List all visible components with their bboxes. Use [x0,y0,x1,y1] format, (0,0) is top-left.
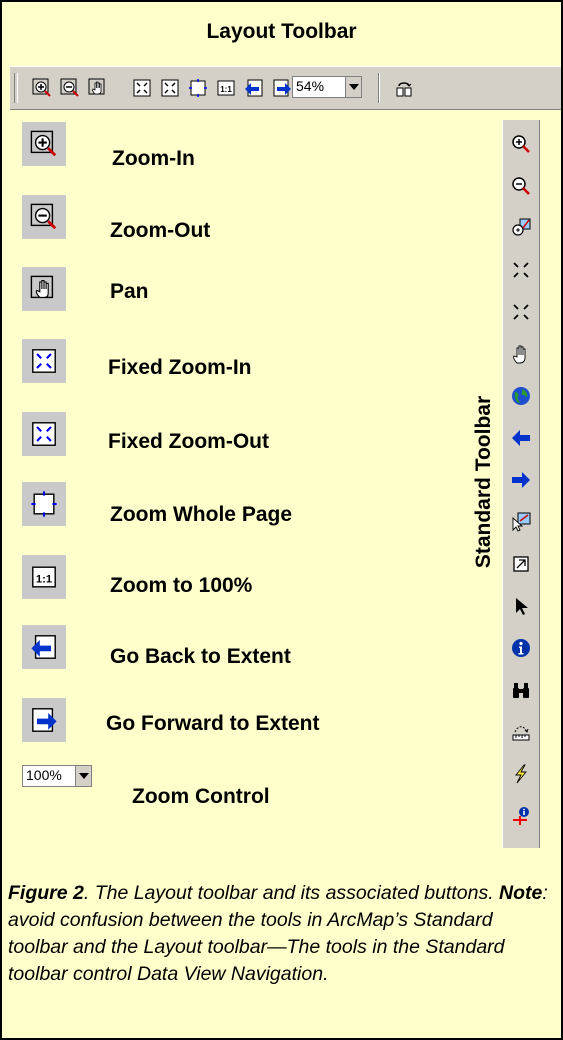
back-arrow-icon[interactable] [511,428,531,448]
fixed-zoom-out-icon[interactable] [511,302,531,322]
row-label-pan: Pan [110,280,149,303]
fixed-zoom-out-button-sample [22,412,66,456]
row-label-zoom-100: Zoom to 100% [110,574,253,597]
zoom-whole-page-button-sample [22,482,66,526]
layout-toolbar: 1:1 54% [10,66,561,110]
row-label-go-forward: Go Forward to Extent [106,712,320,735]
identify-icon[interactable] [511,638,531,658]
row-label-fixed-zoom-in: Fixed Zoom-In [108,356,252,379]
zoom-whole-page-icon [31,491,57,517]
find-binoculars-icon[interactable] [511,680,531,700]
fixed-zoom-out-icon[interactable] [160,78,180,98]
measure-icon[interactable] [511,722,531,742]
fixed-zoom-in-icon[interactable] [511,260,531,280]
go-back-button-sample [22,625,66,669]
zoom-out-icon[interactable] [60,78,80,98]
row-label-zoom-whole-page: Zoom Whole Page [110,503,293,526]
toggle-draft-mode-icon[interactable] [394,78,414,98]
pan-hand-icon [30,275,54,299]
toolbar-grip[interactable] [14,73,18,103]
standard-toolbar [502,120,540,848]
zoom-in-icon[interactable] [32,78,52,98]
zoom-dropdown[interactable]: 54% [292,76,362,98]
caption-text-1: . The Layout toolbar and its associated … [83,882,500,904]
zoom-in-button-sample [22,122,66,166]
row-label-zoom-out: Zoom-Out [110,219,211,242]
pan-hand-icon[interactable] [88,78,108,98]
globe-full-extent-icon[interactable] [511,386,531,406]
pan-hand-icon[interactable] [511,344,531,364]
zoom-out-button-sample [22,195,66,239]
go-forward-arrow-icon[interactable] [272,78,292,98]
zoom-100-button-sample: 1:1 [22,555,66,599]
zoom-control-dropdown: 100% [22,765,92,787]
row-label-zoom-in: Zoom-In [112,147,195,170]
go-forward-arrow-icon [32,708,57,732]
row-label-zoom-control: Zoom Control [132,785,270,808]
clear-selection-icon[interactable] [511,554,531,574]
fixed-zoom-in-icon[interactable] [132,78,152,98]
zoom-control-value: 100% [26,767,62,783]
zoom-out-icon[interactable] [511,176,531,196]
pan-button-sample [22,267,66,311]
zoom-value: 54% [296,78,325,94]
go-back-arrow-icon[interactable] [244,78,264,98]
row-label-go-back: Go Back to Extent [110,645,291,668]
svg-text:1:1: 1:1 [36,574,52,586]
fixed-zoom-in-button-sample [22,339,66,383]
fixed-zoom-in-icon [32,349,56,373]
html-popup-icon[interactable] [511,806,531,826]
go-forward-button-sample [22,698,66,742]
row-label-fixed-zoom-out: Fixed Zoom-Out [108,430,269,453]
forward-arrow-icon[interactable] [511,470,531,490]
svg-text:1:1: 1:1 [220,85,232,94]
zoom-in-icon[interactable] [511,134,531,154]
caption-figure-number: Figure 2 [8,882,84,904]
chevron-down-icon [75,766,91,786]
select-features-icon[interactable] [511,512,531,532]
zoom-to-selection-icon[interactable] [511,218,531,238]
zoom-100-icon[interactable]: 1:1 [216,78,236,98]
zoom-whole-page-icon[interactable] [188,78,208,98]
figure-panel: Layout Toolbar 1:1 54% Zoom-In Zoom-Out … [0,0,563,1040]
zoom-out-icon [30,203,57,230]
select-elements-arrow-icon[interactable] [511,596,531,616]
zoom-in-icon [30,130,57,157]
page-title: Layout Toolbar [206,20,357,43]
zoom-100-icon: 1:1 [32,566,56,588]
hyperlink-lightning-icon[interactable] [511,764,531,784]
caption-note: Note [499,882,543,904]
chevron-down-icon[interactable] [345,77,361,97]
go-back-arrow-icon [31,635,56,659]
figure-caption: Figure 2. The Layout toolbar and its ass… [8,880,556,988]
fixed-zoom-out-icon [32,422,56,446]
toolbar-separator [378,73,380,103]
standard-toolbar-label: Standard Toolbar [472,395,495,569]
